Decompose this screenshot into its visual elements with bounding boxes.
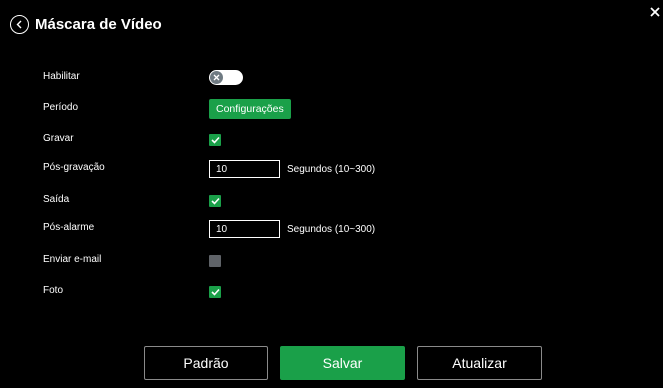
photo-label: Foto — [43, 285, 64, 296]
check-icon — [210, 197, 220, 205]
record-label: Gravar — [43, 133, 74, 144]
post-alarm-input[interactable] — [209, 220, 280, 238]
period-settings-button[interactable]: Configurações — [209, 99, 291, 119]
check-icon — [210, 136, 220, 144]
period-label: Período — [43, 102, 79, 113]
row-send-email: Enviar e-mail — [0, 251, 663, 271]
default-button[interactable]: Padrão — [144, 346, 268, 380]
row-output: Saída — [0, 191, 663, 211]
chevron-left-icon — [16, 20, 22, 28]
record-checkbox[interactable] — [209, 134, 221, 146]
post-record-unit: Segundos (10~300) — [287, 163, 376, 175]
row-enable: Habilitar — [0, 68, 663, 88]
output-label: Saída — [43, 194, 70, 205]
row-period: Período Configurações — [0, 99, 663, 119]
save-button[interactable]: Salvar — [280, 346, 405, 380]
enable-label: Habilitar — [43, 71, 80, 82]
check-icon — [210, 288, 220, 296]
post-record-input[interactable] — [209, 160, 280, 178]
back-icon[interactable] — [10, 14, 29, 34]
post-record-label: Pós-gravação — [43, 162, 105, 173]
row-record: Gravar — [0, 130, 663, 150]
video-mask-dialog: Máscara de Vídeo Habilitar Período Confi… — [0, 0, 663, 388]
row-photo: Foto — [0, 282, 663, 302]
dialog-header: Máscara de Vídeo — [10, 13, 162, 35]
send-email-label: Enviar e-mail — [43, 254, 102, 265]
close-icon[interactable] — [649, 6, 661, 18]
toggle-off-icon — [210, 71, 223, 84]
row-post-alarm: Pós-alarme Segundos (10~300) — [0, 219, 663, 239]
post-alarm-label: Pós-alarme — [43, 222, 95, 233]
send-email-checkbox[interactable] — [209, 255, 221, 267]
row-post-record: Pós-gravação Segundos (10~300) — [0, 159, 663, 179]
dialog-title: Máscara de Vídeo — [35, 15, 162, 33]
photo-checkbox[interactable] — [209, 286, 221, 298]
output-checkbox[interactable] — [209, 195, 221, 207]
post-alarm-unit: Segundos (10~300) — [287, 223, 376, 235]
refresh-button[interactable]: Atualizar — [417, 346, 542, 380]
enable-toggle[interactable] — [209, 70, 243, 85]
